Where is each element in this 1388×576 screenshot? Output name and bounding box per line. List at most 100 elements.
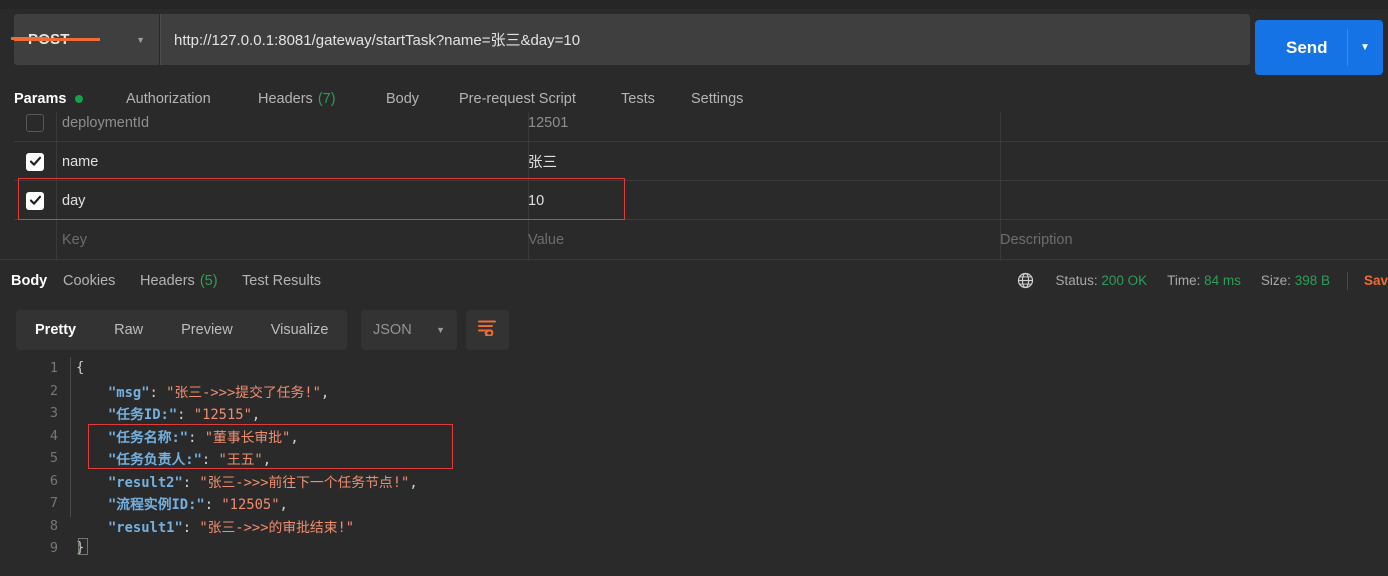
param-enabled-checkbox[interactable] [14, 103, 56, 142]
code-line: 1{ [0, 357, 1388, 380]
code-token-p: : [182, 519, 200, 536]
word-wrap-button[interactable] [466, 310, 509, 350]
param-key[interactable]: name [62, 142, 98, 181]
code-token-p: , [279, 497, 288, 514]
status-code[interactable]: Status: 200 OK [1056, 273, 1148, 288]
params-modified-dot-icon [75, 94, 84, 103]
format-mode-preview[interactable]: Preview [162, 310, 252, 350]
code-token-k: "result2" [108, 474, 183, 491]
param-description-placeholder[interactable]: Description [1000, 220, 1073, 259]
params-table: deploymentId 12501 name 张三 day 10 Key Value Desc… [0, 112, 1388, 259]
param-key[interactable]: deploymentId [62, 103, 149, 142]
send-button-label: Send [1286, 37, 1328, 57]
code-token-k: "msg" [108, 384, 150, 401]
table-row[interactable]: deploymentId 12501 [14, 103, 1388, 142]
response-time[interactable]: Time: 84 ms [1167, 273, 1241, 288]
response-tab-label: Cookies [63, 272, 116, 289]
code-token-k: "流程实例ID:" [108, 497, 205, 514]
param-key[interactable]: day [62, 181, 85, 220]
response-tab-headers[interactable]: Headers (5) [140, 260, 218, 301]
checkbox-checked-icon [26, 152, 44, 171]
code-token-p: : [201, 452, 219, 469]
time-value: 84 ms [1204, 273, 1241, 288]
code-line: 9} [0, 537, 1388, 560]
request-url-bar: POST ▼ http://127.0.0.1:8081/gateway/sta… [0, 9, 1388, 78]
response-tab-label: Test Results [242, 272, 321, 289]
table-row[interactable]: name 张三 [14, 142, 1388, 181]
code-token-p: : [204, 497, 222, 514]
code-line: 3 "任务ID:": "12515", [0, 402, 1388, 425]
code-token-v: "董事长审批" [204, 429, 291, 446]
param-key-placeholder[interactable]: Key [62, 220, 87, 259]
code-token-k: "任务负责人:" [108, 452, 202, 469]
checkbox-checked-icon [26, 191, 44, 210]
response-size[interactable]: Size: 398 B [1261, 273, 1330, 288]
active-request-tab-underline [14, 38, 100, 41]
code-text: "result1": "张三->>>的审批结束!" [108, 516, 354, 536]
code-token-p: : [188, 429, 205, 446]
language-selector[interactable]: JSON ▼ [361, 310, 457, 350]
code-token-v: "12505" [221, 497, 280, 514]
new-param-row[interactable]: Key Value Description [14, 220, 1388, 259]
code-text: "任务负责人:": "王五", [108, 448, 271, 468]
checkbox-unchecked-icon [26, 113, 44, 132]
word-wrap-icon [477, 319, 498, 341]
code-line: 7 "流程实例ID:": "12505", [0, 492, 1388, 515]
format-mode-group: Pretty Raw Preview Visualize [16, 310, 348, 350]
code-token-p: , [290, 429, 299, 446]
code-token-k: "result1" [108, 519, 183, 536]
format-mode-pretty[interactable]: Pretty [16, 310, 95, 350]
send-button[interactable]: Send ▼ [1255, 20, 1383, 75]
param-enabled-checkbox[interactable] [14, 181, 56, 220]
code-text: "任务名称:": "董事长审批", [108, 426, 299, 446]
code-line: 5 "任务负责人:": "王五", [0, 447, 1388, 470]
line-number: 3 [49, 405, 58, 422]
code-text: "result2": "张三->>>前往下一个任务节点!", [108, 471, 418, 491]
code-line: 8 "result1": "张三->>>的审批结束!" [0, 515, 1388, 538]
code-token-k: "任务名称:" [108, 429, 189, 446]
code-text: { [76, 360, 84, 376]
param-enabled-checkbox[interactable] [14, 142, 56, 181]
line-number: 7 [49, 495, 58, 512]
chevron-down-icon: ▼ [136, 34, 145, 45]
code-token-p: : [149, 384, 167, 401]
param-value-placeholder[interactable]: Value [528, 220, 564, 259]
format-mode-visualize[interactable]: Visualize [252, 310, 348, 350]
matching-brace-close [78, 538, 88, 555]
param-value[interactable]: 张三 [528, 142, 557, 181]
param-value[interactable]: 12501 [528, 103, 568, 142]
send-divider [1347, 29, 1348, 66]
code-text: "流程实例ID:": "12505", [108, 493, 288, 513]
save-response-button[interactable]: Sav [1364, 273, 1388, 288]
code-token-v: "12515" [193, 407, 252, 424]
status-value: 200 OK [1101, 273, 1148, 288]
response-tab-label: Body [11, 272, 48, 289]
line-number: 6 [49, 472, 58, 489]
status-label: Status: [1055, 273, 1098, 288]
code-token-p: , [251, 407, 261, 424]
chevron-down-icon[interactable]: ▼ [1360, 42, 1370, 53]
line-number: 4 [49, 427, 58, 444]
response-tabs-bar: Test Results Headers (5) Cookies Body Status… [0, 259, 1388, 300]
response-format-toolbar: Pretty Raw Preview Visualize JSON ▼ [0, 305, 1388, 355]
response-tab-body[interactable]: Body [11, 260, 47, 301]
response-tab-label: Headers [140, 272, 195, 289]
response-tab-count: (5) [199, 272, 218, 289]
code-token-p: , [320, 384, 330, 401]
param-enabled-checkbox-placeholder [14, 220, 56, 259]
line-number: 2 [49, 382, 58, 399]
response-tab-cookies[interactable]: Cookies [63, 260, 115, 301]
line-number: 9 [49, 540, 58, 557]
response-tab-test-results[interactable]: Test Results [242, 260, 321, 301]
url-input[interactable]: http://127.0.0.1:8081/gateway/startTask?… [160, 14, 1250, 65]
size-label: Size: [1260, 273, 1291, 288]
code-token-p: , [409, 474, 418, 491]
code-token-brace: { [76, 360, 85, 377]
code-token-p: , [262, 452, 272, 469]
response-body-viewer[interactable]: 1{2 "msg": "张三->>>提交了任务!", 3 "任务ID:": "1251… [0, 355, 1388, 576]
code-text: "任务ID:": "12515", [108, 403, 260, 423]
param-value[interactable]: 10 [528, 181, 544, 220]
code-line: 4 "任务名称:": "董事长审批", [0, 425, 1388, 448]
format-mode-raw[interactable]: Raw [95, 310, 162, 350]
table-row[interactable]: day 10 [14, 181, 1388, 220]
